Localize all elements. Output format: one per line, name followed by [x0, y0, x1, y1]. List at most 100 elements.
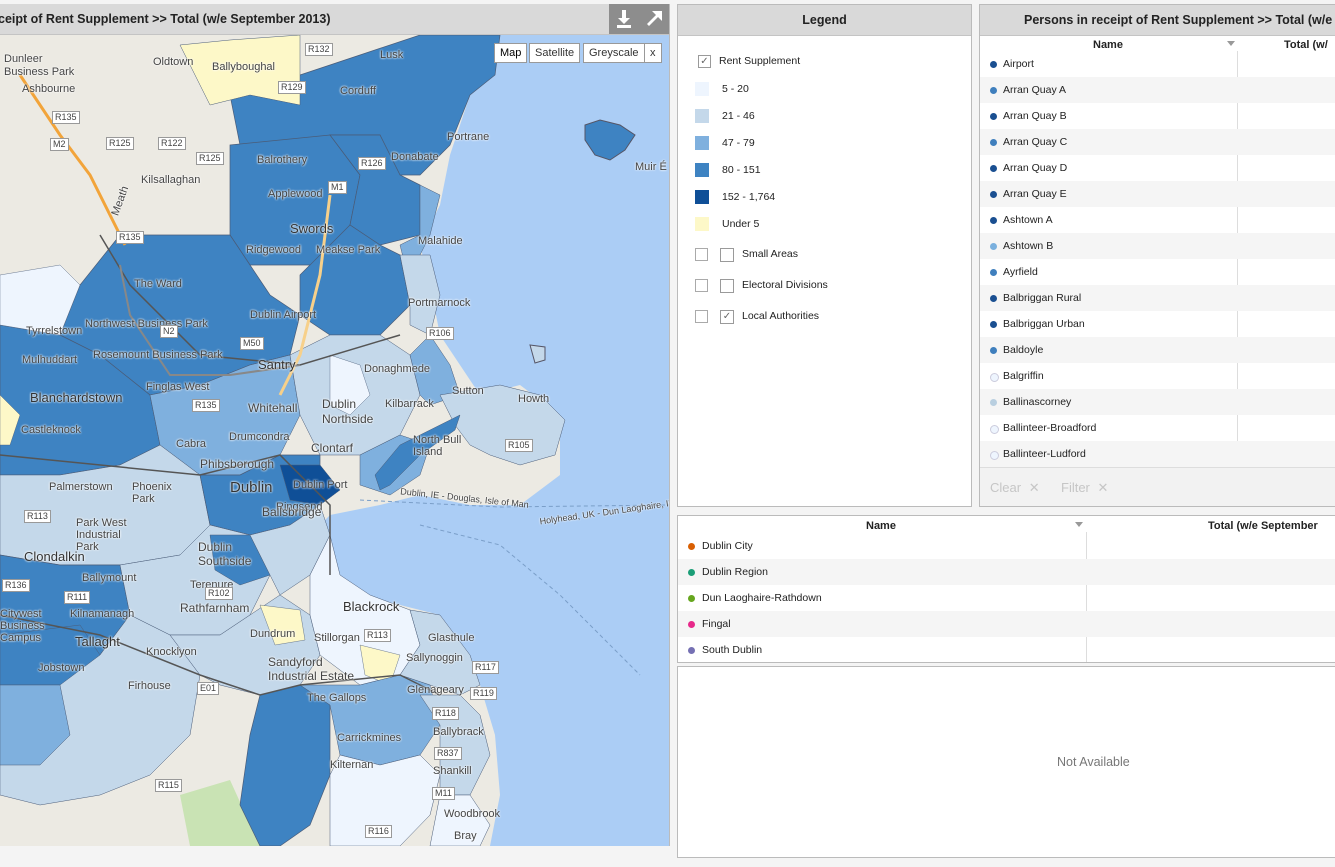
list-item[interactable]: Arran Quay D — [980, 155, 1335, 181]
road-label: R135 — [52, 111, 80, 124]
color-swatch — [695, 109, 709, 123]
color-dot-icon — [990, 191, 997, 198]
list-item-label: Arran Quay C — [1003, 136, 1068, 148]
list-item-label: Arran Quay B — [1003, 110, 1067, 122]
color-dot-icon — [688, 543, 695, 550]
list-item[interactable]: Ashtown B — [980, 233, 1335, 259]
choropleth-map[interactable]: Map Satellite Greyscale x Ashbourne Oldt… — [0, 35, 669, 846]
map-type-map[interactable]: Map — [494, 43, 528, 63]
list-item[interactable]: Balgriffin — [980, 363, 1335, 389]
list-item[interactable]: Balbriggan Urban — [980, 311, 1335, 337]
list-item[interactable]: Airport — [980, 51, 1335, 77]
list-item[interactable]: Ballinteer-Ludford — [980, 441, 1335, 467]
map-place-label: The Ward — [134, 278, 182, 290]
column-header-name[interactable]: Name — [866, 520, 896, 532]
list-item[interactable]: Ballinteer-Broadford — [980, 415, 1335, 441]
list-item[interactable]: Baldoyle — [980, 337, 1335, 363]
map-type-greyscale[interactable]: Greyscale — [583, 43, 645, 63]
filter-label: Filter — [1061, 480, 1090, 495]
column-header-name[interactable]: Name — [1093, 39, 1123, 51]
map-place-label: Knocklyon — [146, 646, 197, 658]
boundary-label: Small Areas — [742, 248, 799, 260]
map-place-label: Swords — [290, 221, 334, 236]
clear-button[interactable]: Clear ✕ — [990, 480, 1040, 496]
list-item-label: Ayrfield — [1003, 266, 1038, 278]
table-row-label: Fingal — [702, 618, 731, 630]
road-label: R129 — [278, 81, 306, 94]
map-place-label: Dunleer — [4, 53, 43, 65]
table-row-label: Dun Laoghaire-Rathdown — [702, 592, 822, 604]
map-place-label: Tallaght — [75, 634, 120, 649]
persons-panel-header: Persons in receipt of Rent Supplement >>… — [980, 5, 1335, 36]
list-item[interactable]: Ashtown A — [980, 207, 1335, 233]
road-label: R125 — [196, 152, 224, 165]
list-item[interactable]: Arran Quay E — [980, 181, 1335, 207]
outer-checkbox[interactable] — [695, 248, 708, 261]
column-header-total[interactable]: Total (w/e September — [1208, 520, 1318, 532]
not-available-message: Not Available — [1057, 755, 1130, 769]
legend-bin-label: 152 - 1,764 — [722, 191, 776, 203]
sort-arrow-icon[interactable] — [1075, 522, 1083, 528]
boundary-checkbox[interactable] — [720, 279, 734, 293]
table-row[interactable]: Dublin Region — [678, 559, 1335, 585]
road-label: R113 — [364, 629, 391, 642]
map-place-label: Drumcondra — [229, 431, 290, 443]
road-label: R135 — [116, 231, 144, 244]
map-type-satellite[interactable]: Satellite — [529, 43, 581, 63]
table-row[interactable]: Dun Laoghaire-Rathdown — [678, 585, 1335, 611]
map-place-label: Donabate — [391, 151, 439, 163]
table-row[interactable]: Dublin City — [678, 533, 1335, 559]
road-label: M50 — [240, 337, 264, 350]
column-header-total[interactable]: Total (w/ — [1284, 39, 1328, 51]
map-place-label: North Bull Island — [413, 434, 462, 458]
color-swatch — [695, 163, 709, 177]
list-item[interactable]: Balbriggan Rural — [980, 285, 1335, 311]
close-icon: ✕ — [1097, 480, 1109, 495]
road-label: R106 — [426, 327, 454, 340]
road-label: R118 — [432, 707, 459, 720]
road-label: N2 — [160, 325, 178, 338]
table-row[interactable]: South Dublin — [678, 637, 1335, 662]
filter-button[interactable]: Filter ✕ — [1061, 480, 1108, 496]
list-item[interactable]: Arran Quay A — [980, 77, 1335, 103]
color-swatch — [695, 82, 709, 96]
map-place-label: Applewood — [268, 188, 323, 200]
map-place-label: Rathfarnham — [180, 601, 250, 615]
list-item-label: Balgriffin — [1003, 370, 1044, 382]
map-place-label: Citywest Business Campus — [0, 608, 45, 644]
checked-icon[interactable]: ✓ — [720, 310, 734, 324]
expand-icon — [647, 11, 662, 26]
legend-bin-label: 5 - 20 — [722, 83, 749, 95]
map-type-close[interactable]: x — [644, 43, 662, 63]
color-swatch — [695, 217, 709, 231]
map-place-label: Bray — [454, 830, 477, 842]
list-item[interactable]: Arran Quay C — [980, 129, 1335, 155]
outer-checkbox[interactable] — [695, 279, 708, 292]
list-item[interactable]: Ballinascorney — [980, 389, 1335, 415]
map-place-label: Rosemount Business Park — [93, 349, 223, 361]
download-button[interactable] — [609, 4, 639, 34]
color-swatch — [695, 190, 709, 204]
checked-icon[interactable]: ✓ — [698, 55, 711, 68]
list-item[interactable]: Ayrfield — [980, 259, 1335, 285]
list-item-label: Ashtown A — [1003, 214, 1053, 226]
list-item[interactable]: Arran Quay B — [980, 103, 1335, 129]
color-dot-icon — [990, 399, 997, 406]
outer-checkbox[interactable] — [695, 310, 708, 323]
list-item-label: Ballinteer-Ludford — [1003, 448, 1086, 460]
boundary-checkbox[interactable] — [720, 248, 734, 262]
expand-button[interactable] — [639, 4, 669, 34]
table-row[interactable]: Fingal — [678, 611, 1335, 637]
map-place-label: Tyrrelstown — [26, 325, 83, 337]
map-place-label: Glenageary — [407, 684, 464, 696]
list-item-label: Balbriggan Rural — [1003, 292, 1082, 304]
map-place-label: Phibsborough — [200, 457, 275, 471]
list-item-label: Ballinteer-Broadford — [1003, 422, 1097, 434]
boundary-label: Electoral Divisions — [742, 279, 828, 291]
map-place-label: Jobstown — [38, 662, 85, 674]
table-row-label: Dublin City — [702, 540, 753, 552]
sort-arrow-icon[interactable] — [1227, 41, 1235, 47]
map-place-label: The Gallops — [307, 692, 367, 704]
color-dot-icon — [990, 165, 997, 172]
list-footer: Clear ✕ Filter ✕ — [980, 467, 1335, 506]
